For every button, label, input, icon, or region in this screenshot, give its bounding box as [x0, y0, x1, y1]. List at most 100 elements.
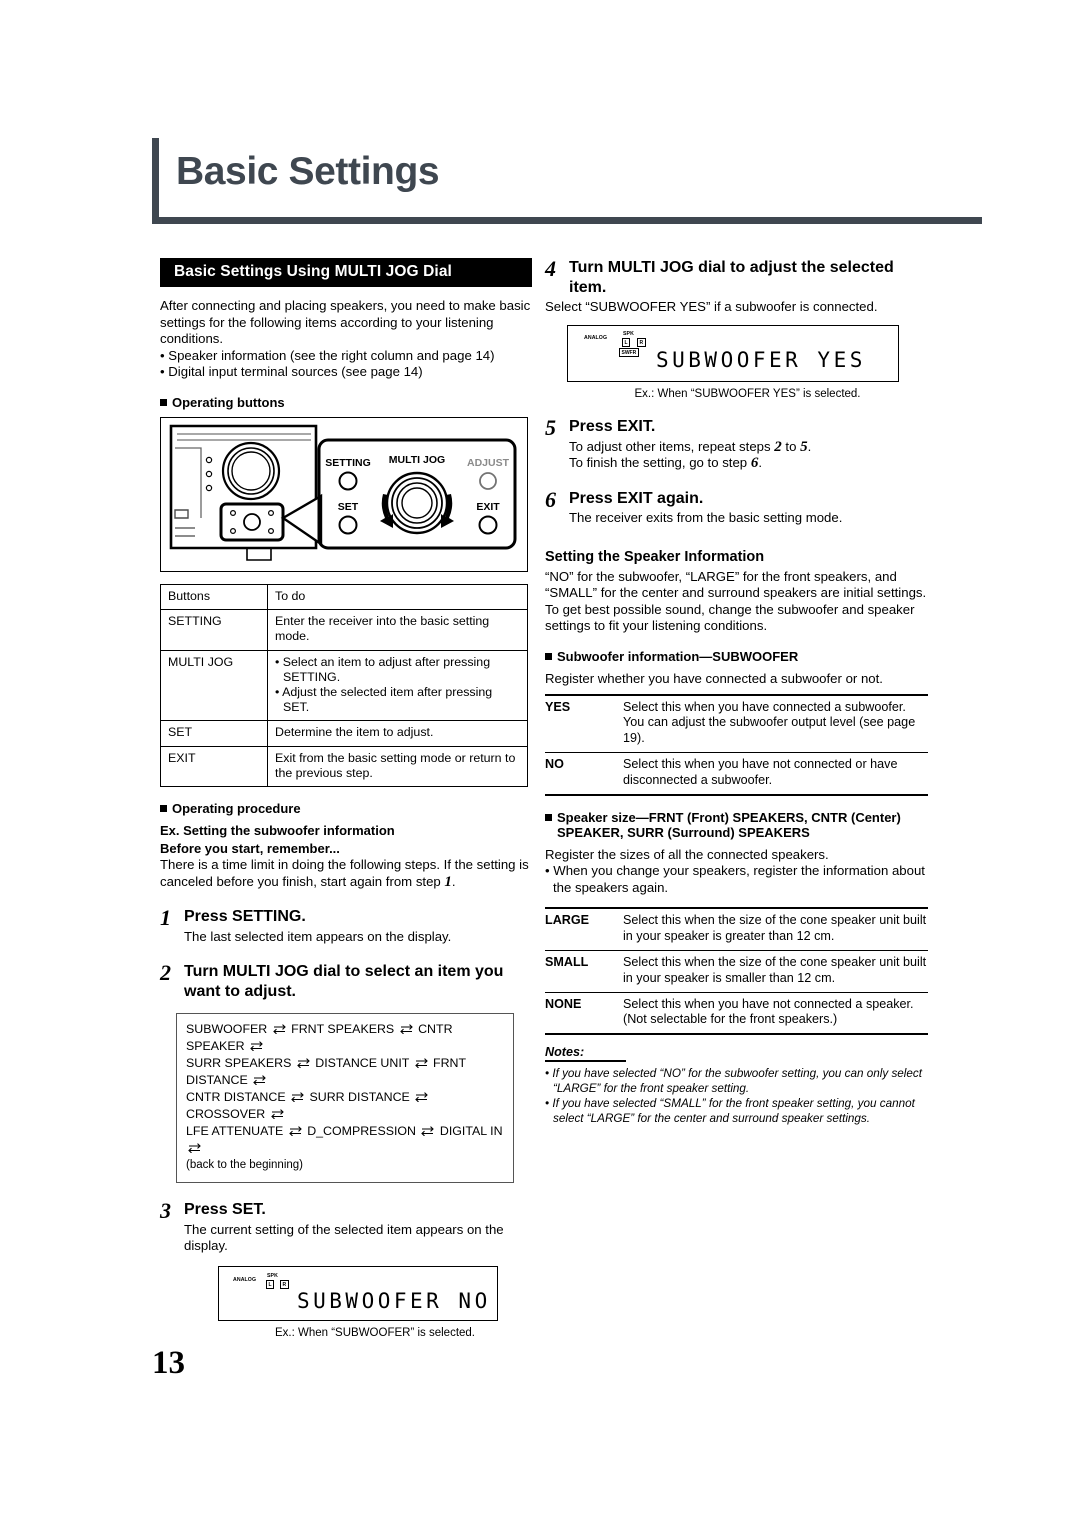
left-column: Basic Settings Using MULTI JOG Dial Afte… [160, 258, 532, 1339]
page-number: 13 [152, 1345, 185, 1381]
todo-item: • Select an item to adjust after pressin… [275, 654, 491, 684]
todo-item: • Adjust the selected item after pressin… [275, 684, 493, 715]
double-arrow-icon [421, 1126, 435, 1137]
lcd-text-subwoofer-yes: SUBWOOFER YES [656, 348, 866, 373]
subwoofer-body: Register whether you have connected a su… [545, 671, 883, 686]
intro-bullet-list: • Speaker information (see the right col… [160, 348, 532, 381]
step-body: Select “SUBWOOFER YES” if a subwoofer is… [545, 299, 878, 314]
option-key: LARGE [545, 907, 623, 951]
flow-item: D_COMPRESSION [307, 1124, 416, 1139]
step-body-text: . [758, 455, 762, 471]
header-horizontal-rule [152, 217, 982, 224]
setting-items-flow-box: SUBWOOFER FRNT SPEAKERS CNTR SPEAKER SUR… [176, 1013, 514, 1184]
step-3: 3 Press SET. The current setting of the … [160, 1198, 532, 1254]
header-vertical-rule [152, 138, 159, 222]
subhead-speaker-size: Speaker size—FRNT (Front) SPEAKERS, CNTR… [545, 810, 928, 840]
flow-item: CROSSOVER [186, 1107, 266, 1122]
step-title: Press EXIT. [569, 418, 656, 436]
flow-line: CNTR DISTANCE SURR DISTANCE CROSSOVER [186, 1089, 504, 1123]
step-number: 4 [545, 256, 556, 281]
table-header-todo: To do [267, 583, 528, 611]
flow-line: SURR SPEAKERS DISTANCE UNIT FRNT DISTANC… [186, 1055, 504, 1089]
speaker-right-indicator: R [637, 338, 646, 348]
step-ref-number: 5 [800, 438, 808, 455]
step-5: 5 Press EXIT. To adjust other items, rep… [545, 415, 928, 471]
swfr-indicator: SWFR [619, 348, 639, 358]
analog-indicator: ANALOG [584, 335, 608, 342]
subhead-label: Operating buttons [172, 394, 285, 410]
remember-body-period: . [451, 873, 456, 889]
table-cell-button: SETTING [160, 609, 268, 651]
square-bullet-icon [545, 653, 552, 660]
step-body: The current setting of the selected item… [184, 1221, 504, 1253]
flow-line: SUBWOOFER FRNT SPEAKERS CNTR SPEAKER [186, 1021, 504, 1055]
note-item: • If you have selected “SMALL” for the f… [545, 1097, 915, 1125]
subhead-operating-procedure: Operating procedure [160, 801, 532, 816]
table-cell-todo: Enter the receiver into the basic settin… [267, 609, 528, 651]
double-arrow-icon [399, 1024, 413, 1035]
subhead-label: Subwoofer information—SUBWOOFER [557, 649, 799, 664]
table-cell-button: SET [160, 720, 268, 747]
label-setting: SETTING [325, 457, 371, 469]
speaker-information-section: Setting the Speaker Information “NO” for… [545, 549, 928, 635]
option-key: SMALL [545, 950, 623, 993]
notes-heading: Notes: [545, 1045, 627, 1063]
speaker-size-body: Register the sizes of all the connected … [545, 846, 829, 862]
double-arrow-icon [250, 1041, 263, 1052]
flow-item: DIGITAL IN [439, 1124, 503, 1139]
double-arrow-icon [188, 1143, 201, 1154]
lcd-display-yes: ANALOG SPK L R SWFR SUBWOOFER YES [567, 325, 899, 383]
remember-body: There is a time limit in doing the follo… [160, 857, 532, 890]
option-line: You can adjust the subwoofer output leve… [623, 715, 916, 746]
option-description: Select this when you have not connected … [623, 992, 928, 1036]
speaker-size-bullet: • When you change your speakers, registe… [545, 863, 925, 895]
label-exit: EXIT [476, 501, 500, 513]
table-row-header: Buttons To do [160, 583, 528, 611]
step-body-line-1: To adjust other items, repeat steps 2 to… [569, 439, 928, 455]
speaker-size-options-table: LARGE Select this when the size of the c… [545, 907, 928, 1036]
speaker-information-heading: Setting the Speaker Information [545, 548, 765, 565]
example-heading: Ex. Setting the subwoofer information [160, 823, 395, 838]
step-body-text: To finish the setting, go to step [569, 455, 751, 471]
operating-buttons-table: Buttons To do SETTING Enter the receiver… [160, 583, 528, 788]
table-row: NONE Select this when you have not conne… [545, 992, 928, 1036]
remember-body-text: There is a time limit in doing the follo… [160, 857, 529, 889]
analog-indicator: ANALOG [233, 1277, 257, 1284]
double-arrow-icon [414, 1058, 428, 1069]
intro-paragraph: After connecting and placing speakers, y… [160, 298, 531, 347]
page-header: Basic Settings [152, 138, 982, 228]
flow-line: LFE ATTENUATE D_COMPRESSION DIGITAL IN [186, 1123, 504, 1157]
table-header-buttons: Buttons [160, 583, 268, 611]
intro-bullet: • Digital input terminal sources (see pa… [160, 364, 423, 380]
subhead-subwoofer-information: Subwoofer information—SUBWOOFER [545, 649, 928, 664]
option-key: NO [545, 752, 623, 796]
flow-item: DISTANCE UNIT [315, 1056, 410, 1071]
todo-list: • Select an item to adjust after pressin… [275, 655, 520, 716]
remember-heading: Before you start, remember... [160, 841, 340, 856]
flow-item: SUBWOOFER [186, 1022, 268, 1037]
step-body-line-2: To finish the setting, go to step 6. [569, 455, 928, 471]
lcd-caption-yes: Ex.: When “SUBWOOFER YES” is selected. [634, 388, 861, 401]
remember-step-number: 1 [444, 873, 452, 890]
flow-item: CNTR DISTANCE [186, 1090, 286, 1105]
double-arrow-icon [270, 1109, 284, 1120]
step-body-text: to [781, 438, 801, 454]
step-body-text: . [807, 438, 812, 454]
speaker-information-paragraph-2: To get best possible sound, change the s… [545, 601, 915, 634]
double-arrow-icon [253, 1075, 266, 1086]
step-ref-number: 2 [774, 438, 782, 455]
speaker-right-indicator: R [280, 1280, 289, 1290]
option-description: Select this when you have not connected … [623, 752, 928, 796]
receiver-illustration: SETTING SET MULTI JOG ADJUST EXIT [160, 416, 528, 572]
step-title: Press EXIT again. [569, 489, 704, 507]
step-title: Press SET. [184, 1201, 266, 1219]
lcd-text-subwoofer-no: SUBWOOFER NO [297, 1289, 491, 1314]
section-banner-basic-settings: Basic Settings Using MULTI JOG Dial [160, 258, 532, 287]
table-row: NO Select this when you have not connect… [545, 752, 928, 796]
step-body: The last selected item appears on the di… [184, 928, 452, 944]
lcd-caption-no: Ex.: When “SUBWOOFER” is selected. [274, 1327, 475, 1340]
speaker-left-indicator: L [622, 338, 631, 348]
speaker-information-paragraph-1: “NO” for the subwoofer, “LARGE” for the … [545, 568, 927, 601]
note-item: • If you have selected “NO” for the subw… [545, 1067, 922, 1095]
lcd-display-yes-wrapper: ANALOG SPK L R SWFR SUBWOOFER YES Ex.: W… [567, 325, 928, 400]
